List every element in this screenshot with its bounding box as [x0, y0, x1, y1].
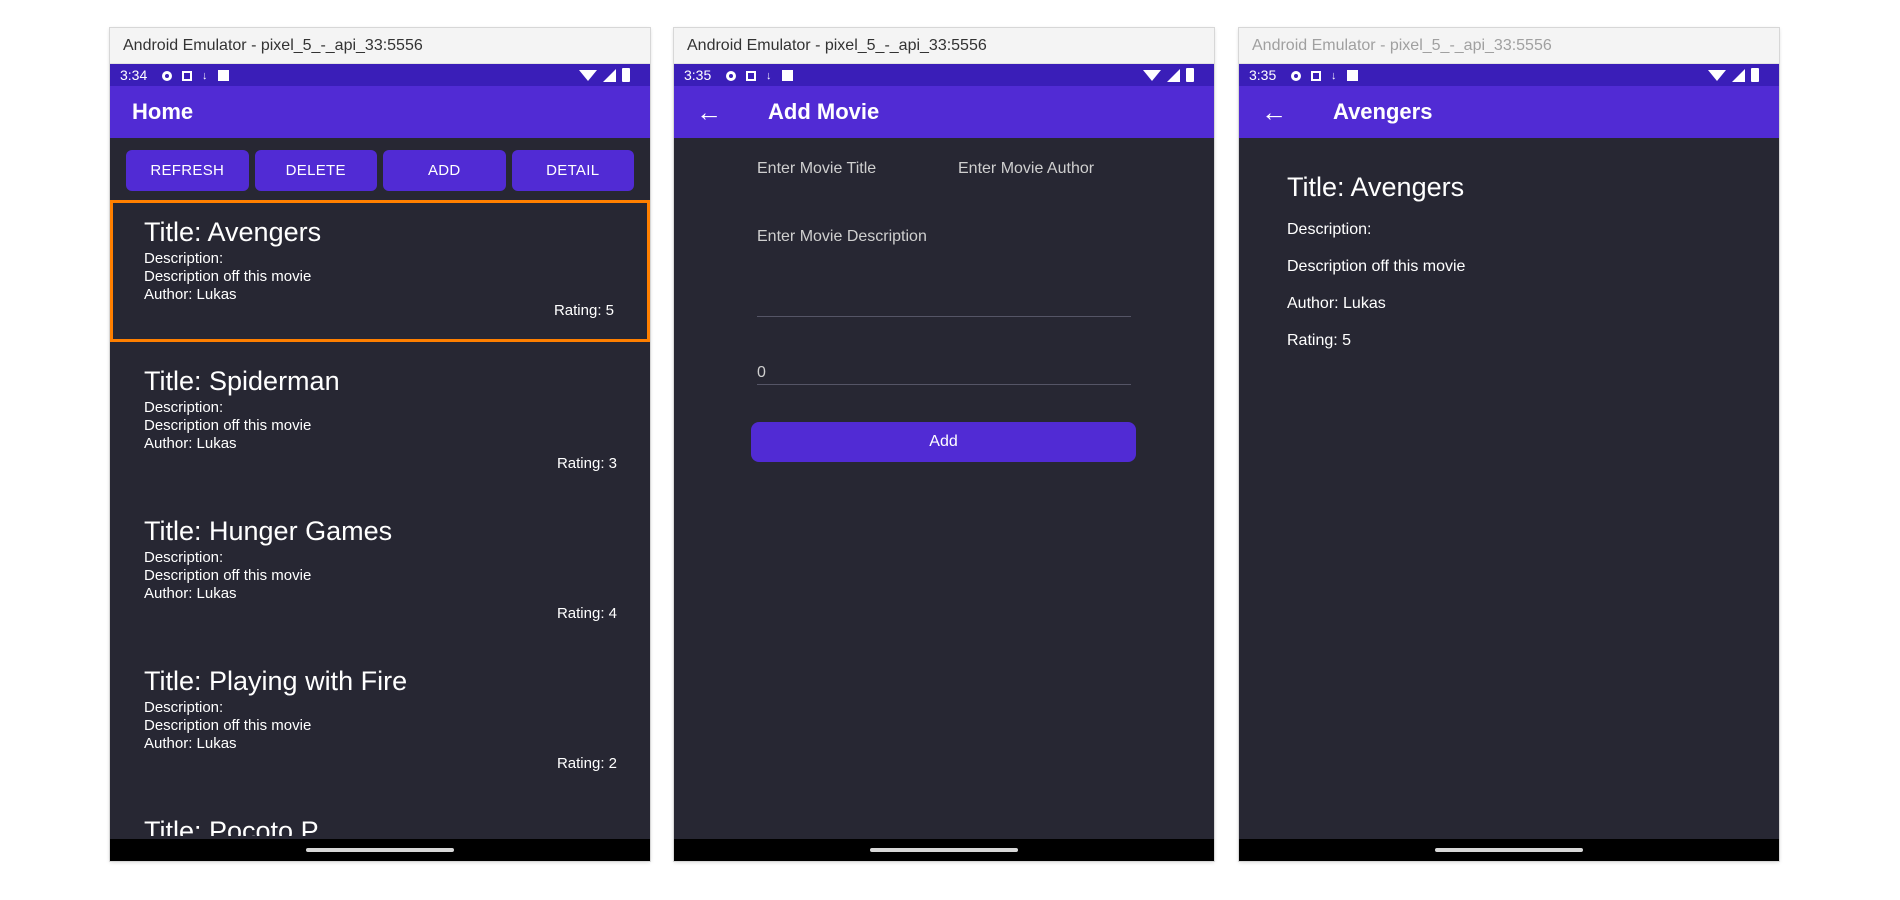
movie-description-input[interactable]: Enter Movie Description: [757, 228, 927, 246]
movie-card-hunger-games[interactable]: Title: Hunger Games Description: Descrip…: [110, 500, 650, 642]
movie-description-label: Description:: [144, 699, 224, 716]
battery-icon: [1186, 68, 1194, 82]
page-title: Home: [132, 99, 194, 124]
delete-button[interactable]: DELETE: [254, 150, 377, 191]
movie-author: Author: Lukas: [144, 735, 237, 752]
emulator-title: Android Emulator - pixel_5_-_api_33:5556: [1239, 28, 1779, 64]
app-bar: Home: [110, 86, 650, 138]
status-bar: 3:34 ↓: [110, 64, 650, 86]
download-icon: ↓: [766, 69, 772, 82]
wifi-icon: [579, 69, 597, 81]
square-icon: [182, 70, 192, 81]
movie-description: Description off this movie: [144, 417, 312, 434]
movie-description: Description off this movie: [144, 717, 312, 734]
gear-icon: [1291, 70, 1301, 81]
movie-title: Title: Hunger Games: [144, 516, 393, 546]
movie-rating: Rating: 3: [556, 455, 617, 472]
signal-icon: [1167, 68, 1180, 82]
rating-underline: [757, 384, 1131, 385]
add-button[interactable]: ADD: [383, 150, 506, 191]
movie-description-label: Description:: [144, 399, 224, 416]
navigation-bar: [110, 839, 650, 861]
page-title: Avengers: [1333, 99, 1433, 124]
square-icon: [1311, 70, 1321, 81]
movie-rating-input[interactable]: 0: [757, 364, 766, 382]
gear-icon: [162, 70, 172, 81]
signal-icon: [603, 68, 616, 82]
movie-author-input[interactable]: Enter Movie Author: [958, 160, 1094, 178]
movie-author: Author: Lukas: [144, 286, 237, 303]
sd-card-icon: [1346, 70, 1358, 81]
app-bar: ← Add Movie: [674, 86, 1214, 138]
status-time: 3:34: [120, 67, 148, 83]
movie-card-avengers[interactable]: Title: Avengers Description: Description…: [110, 200, 650, 342]
detail-description-label: Description:: [1287, 221, 1372, 238]
movie-description: Description off this movie: [144, 567, 312, 584]
button-row: REFRESH DELETE ADD DETAIL: [110, 138, 650, 200]
signal-icon: [1732, 68, 1745, 82]
status-time: 3:35: [1249, 67, 1277, 83]
detail-title: Title: Avengers: [1287, 172, 1465, 202]
arrow-left-icon[interactable]: ←: [1261, 97, 1293, 128]
battery-icon: [622, 68, 630, 82]
app-bar: ← Avengers: [1239, 86, 1779, 138]
movie-rating: Rating: 2: [556, 755, 617, 772]
navigation-bar: [1239, 839, 1779, 861]
navigation-bar: [674, 839, 1214, 861]
movie-title: Title: Pocoto P...: [144, 816, 338, 836]
movie-title: Title: Playing with Fire: [144, 666, 408, 696]
wifi-icon: [1708, 69, 1726, 81]
emulator-title: Android Emulator - pixel_5_-_api_33:5556: [110, 28, 650, 64]
status-bar: 3:35 ↓: [674, 64, 1214, 86]
add-movie-form: Enter Movie Title Enter Movie Author Ent…: [674, 138, 1214, 838]
movie-title: Title: Avengers: [144, 217, 322, 247]
status-time: 3:35: [684, 67, 712, 83]
movie-card-partial[interactable]: Title: Pocoto P...: [110, 800, 650, 836]
gear-icon: [726, 70, 736, 81]
detail-button[interactable]: DETAIL: [511, 150, 634, 191]
description-underline: [757, 316, 1131, 317]
movie-author: Author: Lukas: [144, 435, 237, 452]
refresh-button[interactable]: REFRESH: [126, 150, 249, 191]
battery-icon: [1751, 68, 1759, 82]
wifi-icon: [1143, 69, 1161, 81]
movie-title-input[interactable]: Enter Movie Title: [757, 160, 876, 178]
movie-rating: Rating: 4: [556, 605, 617, 622]
status-bar: 3:35 ↓: [1239, 64, 1779, 86]
movie-detail: Title: Avengers Description: Description…: [1239, 138, 1779, 403]
movie-list[interactable]: Title: Avengers Description: Description…: [110, 200, 650, 836]
movie-card-playing-with-fire[interactable]: Title: Playing with Fire Description: De…: [110, 650, 650, 792]
emulator-window-home: Android Emulator - pixel_5_-_api_33:5556…: [110, 28, 650, 861]
square-icon: [746, 70, 756, 81]
arrow-left-icon[interactable]: ←: [696, 97, 728, 128]
emulator-window-add-movie: Android Emulator - pixel_5_-_api_33:5556…: [674, 28, 1214, 861]
movie-description-label: Description:: [144, 549, 224, 566]
home-gesture-handle[interactable]: [306, 848, 454, 852]
sd-card-icon: [217, 70, 229, 81]
movie-rating: Rating: 5: [553, 302, 614, 319]
movie-description-label: Description:: [144, 250, 224, 267]
page-title: Add Movie: [768, 99, 880, 124]
add-movie-button[interactable]: Add: [751, 422, 1136, 462]
movie-card-spiderman[interactable]: Title: Spiderman Description: Descriptio…: [110, 350, 650, 492]
detail-description: Description off this movie: [1287, 258, 1466, 275]
emulator-title: Android Emulator - pixel_5_-_api_33:5556: [674, 28, 1214, 64]
download-icon: ↓: [1331, 69, 1337, 82]
detail-rating: Rating: 5: [1287, 332, 1352, 349]
home-gesture-handle[interactable]: [1435, 848, 1583, 852]
movie-title: Title: Spiderman: [144, 366, 340, 396]
download-icon: ↓: [202, 69, 208, 82]
movie-author: Author: Lukas: [144, 585, 237, 602]
detail-author: Author: Lukas: [1287, 295, 1386, 312]
sd-card-icon: [781, 70, 793, 81]
emulator-window-detail: Android Emulator - pixel_5_-_api_33:5556…: [1239, 28, 1779, 861]
home-gesture-handle[interactable]: [870, 848, 1018, 852]
movie-description: Description off this movie: [144, 268, 312, 285]
